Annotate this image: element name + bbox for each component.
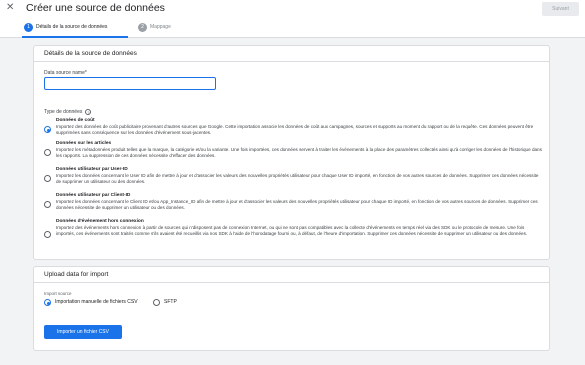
data-type-text: Type de données (44, 109, 83, 115)
option-label: SFTP (164, 299, 177, 305)
step-details[interactable]: 1 Détails de la source de données (24, 23, 107, 32)
option-description: Importez les données concernant le User … (56, 173, 539, 184)
import-source-option-csv[interactable]: Importation manuelle de fichiers CSV (44, 299, 138, 306)
radio-button[interactable] (44, 149, 51, 156)
option-label: Importation manuelle de fichiers CSV (55, 299, 138, 305)
import-source-label: Import source (44, 291, 72, 296)
radio-button[interactable] (44, 175, 51, 182)
card-title: Upload data for import (44, 271, 109, 278)
option-description: Importez les données concernant le Clien… (56, 199, 538, 210)
data-source-name-input[interactable] (44, 77, 216, 90)
radio-button[interactable] (153, 299, 160, 306)
radio-button[interactable] (44, 231, 51, 238)
help-circle-icon[interactable]: ? (85, 109, 92, 115)
step-number: 2 (138, 23, 147, 32)
card-header: Upload data for import (34, 267, 549, 283)
page-title: Créer une source de données (26, 2, 165, 14)
import-source-option-sftp[interactable]: SFTP (153, 299, 177, 306)
upload-data-card: Upload data for import Import source Imp… (33, 266, 550, 351)
data-source-details-card: Détails de la source de données Data sou… (33, 45, 550, 260)
data-source-name-label: Data source name* (44, 70, 87, 76)
option-description: Importez des événements hors connexion à… (56, 225, 528, 236)
active-step-indicator (22, 36, 128, 38)
radio-button[interactable] (44, 126, 51, 133)
close-icon[interactable]: ✕ (6, 2, 14, 14)
card-header: Détails de la source de données (34, 46, 549, 62)
radio-button[interactable] (44, 299, 51, 306)
import-csv-button[interactable]: Importer un fichier CSV (44, 325, 122, 339)
step-label: Mappage (150, 24, 171, 30)
option-description: Importez des données de coût publicitair… (56, 124, 534, 135)
next-button[interactable]: Suivant (542, 2, 579, 16)
option-description: Importez les métadonnées produit telles … (56, 147, 542, 158)
top-bar: ✕ Créer une source de données Suivant (0, 0, 585, 19)
card-title: Détails de la source de données (44, 50, 137, 57)
data-type-label: Type de données ? (44, 109, 92, 115)
step-mapping[interactable]: 2 Mappage (138, 23, 171, 32)
radio-button[interactable] (44, 201, 51, 208)
step-number: 1 (24, 23, 33, 32)
step-label: Détails de la source de données (36, 24, 108, 30)
